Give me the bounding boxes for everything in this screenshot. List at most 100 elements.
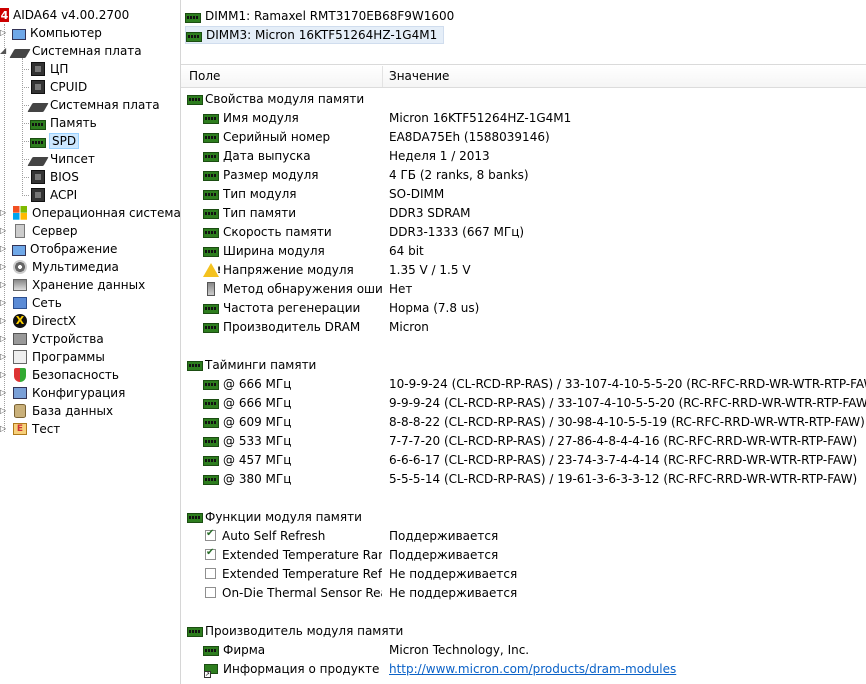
tree-item[interactable]: ▷ База данных — [0, 402, 114, 420]
property-row[interactable]: Метод обнаружения ошиб... — [203, 279, 383, 298]
tree-item[interactable]: ▷ Мультимедиа — [0, 258, 119, 276]
property-row[interactable]: ! Напряжение модуля — [203, 260, 383, 279]
server-icon — [15, 224, 25, 238]
timing-row[interactable]: @ 533 МГц — [203, 431, 383, 450]
expand-icon[interactable]: ▷ — [0, 389, 7, 397]
expand-icon[interactable]: ▷ — [0, 209, 7, 217]
property-row[interactable]: Фирма — [203, 640, 383, 659]
expand-icon[interactable]: ▷ — [0, 29, 7, 37]
tree-item[interactable]: ▷ Безопасность — [0, 366, 119, 384]
property-value: DDR3 SDRAM — [389, 205, 471, 220]
tree-item-label: Сеть — [32, 296, 62, 310]
property-name: Скорость памяти — [223, 224, 332, 239]
property-row[interactable]: Серийный номер — [203, 127, 383, 146]
memory-icon — [30, 119, 46, 130]
tree-item[interactable]: ACPI — [30, 186, 77, 204]
group-memory-timings[interactable]: Тайминги памяти — [187, 355, 316, 374]
tree-item[interactable]: ▷ E Тест — [0, 420, 60, 438]
property-row[interactable]: Производитель DRAM — [203, 317, 383, 336]
tree-item[interactable]: ▷ Устройства — [0, 330, 104, 348]
timing-frequency: @ 380 МГц — [223, 471, 292, 486]
expand-icon[interactable]: ▷ — [0, 371, 7, 379]
unchecked-checkbox-icon — [205, 568, 216, 579]
dimm-item-3[interactable]: DIMM3: Micron 16KTF51264HZ-1G4M1 — [185, 26, 445, 44]
property-row[interactable]: ↗ Информация о продукте — [203, 659, 383, 678]
display-icon — [12, 244, 26, 256]
property-value: Неделя 1 / 2013 — [389, 148, 490, 163]
feature-row[interactable]: On-Die Thermal Sensor Rea... — [203, 583, 382, 602]
column-separator[interactable] — [382, 66, 383, 87]
group-memory-module-properties[interactable]: Свойства модуля памяти — [187, 89, 364, 108]
expand-icon[interactable]: ▷ — [0, 335, 7, 343]
property-value: Micron 16KTF51264HZ-1G4M1 — [389, 110, 572, 125]
feature-row[interactable]: Extended Temperature Range — [203, 545, 382, 564]
tree-item[interactable]: SPD — [30, 132, 80, 150]
group-memory-features[interactable]: Функции модуля памяти — [187, 507, 362, 526]
tree-line — [22, 58, 23, 196]
dimm-list[interactable]: DIMM1: Ramaxel RMT3170EB68F9W1600 DIMM3:… — [181, 0, 866, 65]
tree-root-aida64[interactable]: 4 AIDA64 v4.00.2700 — [0, 6, 129, 24]
property-row[interactable]: Тип модуля — [203, 184, 383, 203]
expand-icon[interactable]: ▷ — [0, 353, 7, 361]
navigation-tree[interactable]: 4 AIDA64 v4.00.2700 ▷ Компьютер ◢ Системная… — [0, 0, 180, 684]
tree-item[interactable]: Память — [30, 114, 97, 132]
tree-item[interactable]: BIOS — [30, 168, 79, 186]
tree-line — [22, 159, 29, 160]
expand-icon[interactable]: ▷ — [0, 245, 7, 253]
property-value: 64 bit — [389, 243, 424, 258]
expand-icon[interactable]: ▷ — [0, 407, 7, 415]
tree-item[interactable]: ▷ Сервер — [0, 222, 77, 240]
property-value: Нет — [389, 281, 413, 296]
tree-item[interactable]: ▷ Хранение данных — [0, 276, 145, 294]
property-row[interactable]: Размер модуля — [203, 165, 383, 184]
tree-item[interactable]: ▷ X DirectX — [0, 312, 76, 330]
timing-row[interactable]: @ 666 МГц — [203, 393, 383, 412]
tree-item-label: Системная плата — [50, 98, 160, 112]
checked-checkbox-icon — [205, 528, 216, 541]
tree-item[interactable]: ▷ Конфигурация — [0, 384, 125, 402]
product-info-link[interactable]: http://www.micron.com/products/dram-modu… — [389, 662, 676, 676]
property-name: Частота регенерации — [223, 300, 361, 315]
group-module-manufacturer[interactable]: Производитель модуля памяти — [187, 621, 403, 640]
timing-row[interactable]: @ 457 МГц — [203, 450, 383, 469]
timing-row[interactable]: @ 380 МГц — [203, 469, 383, 488]
warning-icon: ! — [203, 263, 221, 277]
expand-icon[interactable]: ▷ — [0, 317, 7, 325]
collapse-icon[interactable]: ◢ — [0, 47, 7, 55]
unchecked-checkbox-icon — [205, 587, 216, 598]
timing-row[interactable]: @ 609 МГц — [203, 412, 383, 431]
expand-icon[interactable]: ▷ — [0, 299, 7, 307]
property-row[interactable]: Имя модуля — [203, 108, 383, 127]
tree-item[interactable]: Системная плата — [27, 96, 160, 114]
feature-row[interactable]: Auto Self Refresh — [203, 526, 382, 545]
tree-item[interactable]: ▷ Сеть — [0, 294, 62, 312]
tree-item-label: Программы — [32, 350, 105, 364]
tree-item[interactable]: ▷ Программы — [0, 348, 105, 366]
expand-icon[interactable]: ▷ — [0, 263, 7, 271]
expand-icon[interactable]: ▷ — [0, 425, 7, 433]
tree-item[interactable]: ▷ Отображение — [0, 240, 117, 258]
tree-item[interactable]: Чипсет — [27, 150, 95, 168]
tree-item[interactable]: ▷ Операционная система — [0, 204, 180, 222]
column-value-header[interactable]: Значение — [389, 69, 449, 83]
property-row[interactable]: Скорость памяти — [203, 222, 383, 241]
expand-icon[interactable]: ▷ — [0, 281, 7, 289]
tree-item[interactable]: ▷ Компьютер — [0, 24, 102, 42]
tree-item[interactable]: ЦП — [30, 60, 68, 78]
column-header: Поле Значение — [181, 66, 866, 88]
property-row[interactable]: Частота регенерации — [203, 298, 383, 317]
feature-row[interactable]: Extended Temperature Refre... — [203, 564, 382, 583]
property-row[interactable]: Ширина модуля — [203, 241, 383, 260]
expand-icon[interactable]: ▷ — [0, 227, 7, 235]
timing-frequency: @ 533 МГц — [223, 433, 292, 448]
tree-item[interactable]: ◢ Системная плата — [0, 42, 142, 60]
tree-item-label: База данных — [32, 404, 114, 418]
property-row[interactable]: Дата выпуска — [203, 146, 383, 165]
timing-row[interactable]: @ 666 МГц — [203, 374, 383, 393]
tree-item[interactable]: CPUID — [30, 78, 87, 96]
property-row[interactable]: Тип памяти — [203, 203, 383, 222]
product-info-value: http://www.micron.com/products/dram-modu… — [389, 659, 676, 678]
memory-icon — [203, 190, 219, 200]
column-field-header[interactable]: Поле — [189, 69, 220, 83]
dimm-item-1[interactable]: DIMM1: Ramaxel RMT3170EB68F9W1600 — [185, 7, 460, 25]
